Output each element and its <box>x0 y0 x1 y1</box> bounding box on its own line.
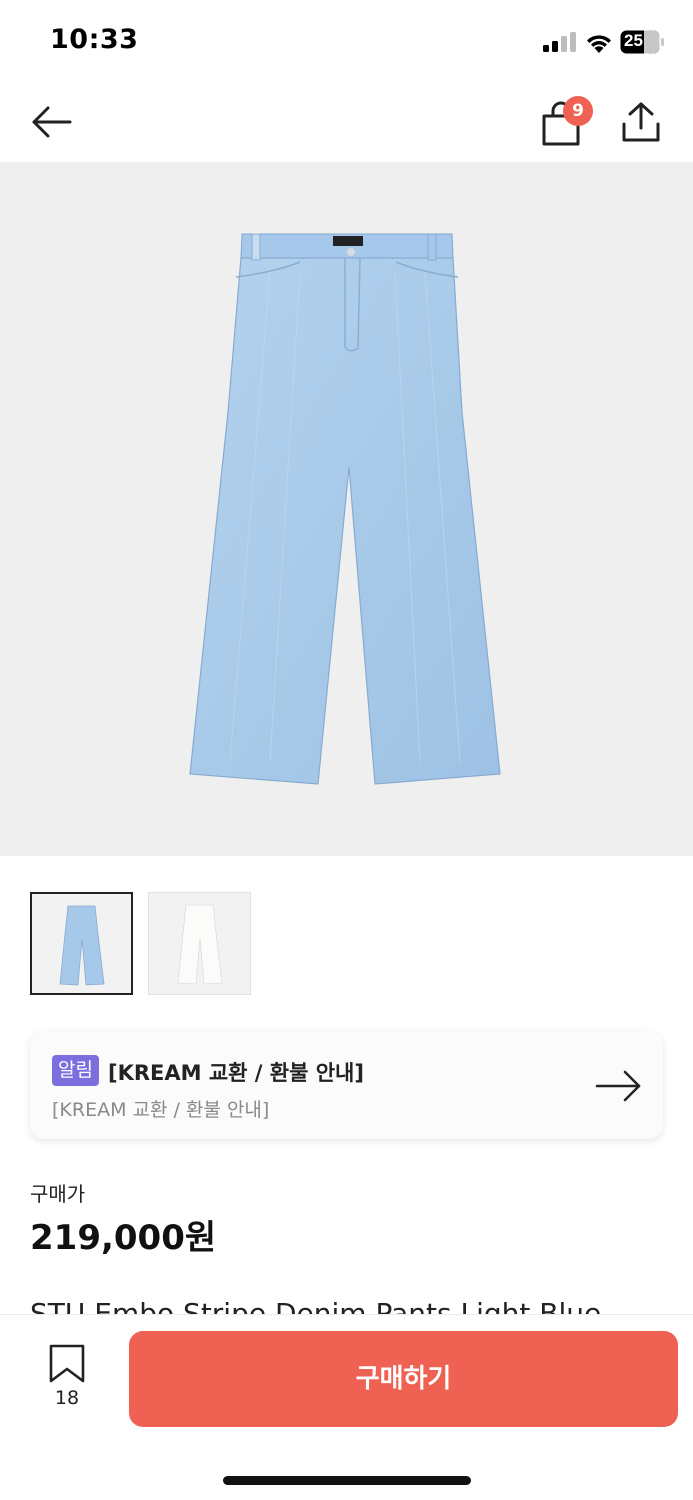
battery-level: 25 <box>624 31 643 50</box>
bookmark-icon <box>49 1344 85 1383</box>
bookmark-button[interactable]: 18 <box>44 1343 90 1413</box>
product-name-wrap: STU Embo Stripe Denim Pants Light Blue <box>30 1294 670 1314</box>
bookmark-count: 18 <box>54 1387 80 1409</box>
share-icon[interactable] <box>620 100 662 144</box>
home-indicator[interactable] <box>223 1476 471 1485</box>
light-blue-pants-thumbnail[interactable] <box>30 892 133 995</box>
wifi-icon <box>587 35 611 53</box>
status-bar: 10:33 25 <box>0 0 693 80</box>
product-price: 219,000원 <box>30 1218 217 1258</box>
back-arrow-icon[interactable] <box>28 100 76 144</box>
notice-tag: 알림 <box>52 1055 99 1086</box>
pants-thumbnail-image <box>59 905 105 986</box>
notice-subtitle: [KREAM 교환 / 환불 안내] <box>52 1099 270 1121</box>
cart-count-badge: 9 <box>563 96 593 126</box>
product-image-area[interactable] <box>0 162 693 856</box>
white-pants-thumbnail[interactable] <box>148 892 251 995</box>
price-label: 구매가 <box>30 1182 86 1206</box>
bottom-action-bar: 18 구매하기 <box>0 1314 693 1500</box>
cellular-signal-icon <box>543 32 576 52</box>
status-time: 10:33 <box>50 24 139 55</box>
notice-title: [KREAM 교환 / 환불 안내] <box>108 1061 364 1085</box>
notice-card[interactable]: 알림 [KREAM 교환 / 환불 안내] [KREAM 교환 / 환불 안내] <box>30 1031 663 1139</box>
battery-icon: 25 <box>620 30 664 54</box>
buy-button[interactable]: 구매하기 <box>129 1331 678 1427</box>
denim-pants-image <box>189 233 501 785</box>
arrow-right-icon <box>595 1070 641 1102</box>
product-name: STU Embo Stripe Denim Pants Light Blue <box>30 1297 602 1314</box>
pants-thumbnail-image <box>177 904 223 985</box>
